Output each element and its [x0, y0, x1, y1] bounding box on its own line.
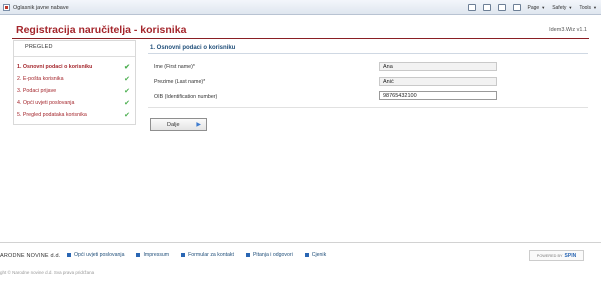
sidebar-divider — [14, 56, 135, 57]
safety-menu-label: Safety — [552, 4, 567, 11]
safety-menu[interactable]: Safety ▼ — [552, 5, 572, 11]
step-item-review[interactable]: 5. Pregled podataka korisnika ✔ — [17, 109, 134, 121]
footer-link-label: Impressum — [143, 252, 170, 258]
bullet-icon — [136, 253, 141, 257]
page-title: Registracija naručitelja - korisnika — [16, 24, 187, 36]
mail-icon[interactable] — [497, 4, 506, 11]
step-item-login-data[interactable]: 3. Podaci prijave ✔ — [17, 85, 134, 97]
command-bar: Page ▼ Safety ▼ Tools ▼ — [467, 2, 597, 13]
home-icon[interactable] — [467, 4, 476, 11]
tools-menu[interactable]: Tools ▼ — [579, 5, 597, 11]
sidebar-heading: PREGLED — [25, 44, 53, 50]
powered-by-prefix: POWERED BY — [536, 253, 563, 258]
page-menu-label: Page — [527, 4, 540, 11]
section-title: 1. Osnovni podaci o korisniku — [150, 45, 236, 51]
browser-tab-title: Oglasnik javne nabave — [13, 4, 69, 11]
chevron-down-icon: ▼ — [541, 5, 546, 10]
next-button-label: Dalje — [167, 121, 180, 128]
step-label: 1. Osnovni podaci o korisniku — [17, 64, 93, 70]
step-label: 2. E-pošta korisnika — [17, 76, 64, 82]
footer-link-label: Formular za kontakt — [188, 252, 234, 258]
step-label: 3. Podaci prijave — [17, 88, 57, 94]
footer-link-label: Pitanja i odgovori — [252, 252, 293, 258]
step-label: 5. Pregled podataka korisnika — [17, 112, 87, 118]
version-label: Idem3.Wiz v1.1 — [549, 27, 587, 33]
footer-link-label: Cjenik — [311, 252, 327, 258]
bullet-icon — [304, 253, 309, 257]
tools-menu-label: Tools — [579, 4, 592, 11]
form-divider — [148, 107, 588, 108]
first-name-label: Ime (First name)* — [154, 64, 195, 70]
step-list: 1. Osnovni podaci o korisniku ✔ 2. E-poš… — [17, 61, 134, 121]
step-item-basic-data[interactable]: 1. Osnovni podaci o korisniku ✔ — [17, 61, 134, 73]
checkmark-icon: ✔ — [124, 99, 130, 107]
footer-link-terms[interactable]: Opći uvjeti poslovanja — [67, 252, 124, 258]
step-label: 4. Opći uvjeti poslovanja — [17, 100, 75, 106]
print-icon[interactable] — [512, 4, 521, 11]
footer-divider — [0, 242, 601, 243]
copyright-text: ght © Narodne novine d.d. Sva prava prid… — [0, 270, 95, 275]
first-name-input[interactable] — [379, 62, 497, 71]
footer-link-impressum[interactable]: Impressum — [136, 252, 169, 258]
footer-link-pricing[interactable]: Cjenik — [304, 252, 327, 258]
browser-tab[interactable]: Oglasnik javne nabave — [3, 2, 69, 13]
bullet-icon — [67, 253, 71, 257]
checkmark-icon: ✔ — [124, 111, 130, 119]
checkmark-icon: ✔ — [124, 63, 130, 71]
feeds-icon[interactable] — [482, 4, 491, 11]
page-menu[interactable]: Page ▼ — [528, 5, 546, 11]
title-divider — [12, 38, 589, 39]
chevron-down-icon: ▼ — [593, 5, 597, 10]
last-name-label: Prezime (Last name)* — [154, 79, 206, 85]
powered-by-brand: SPIN — [564, 252, 577, 259]
footer-brand: ARODNE NOVINE d.d. — [0, 253, 61, 259]
chevron-down-icon: ▼ — [568, 5, 573, 10]
last-name-input[interactable] — [379, 77, 497, 86]
footer-links: Opći uvjeti poslovanja Impressum Formula… — [67, 252, 326, 258]
arrow-right-icon: ▶ — [196, 122, 201, 128]
oib-label: OIB (Identification number) — [154, 94, 218, 100]
favicon-icon — [3, 4, 10, 11]
step-item-terms[interactable]: 4. Opći uvjeti poslovanja ✔ — [17, 97, 134, 109]
step-item-email[interactable]: 2. E-pošta korisnika ✔ — [17, 73, 134, 85]
powered-by-badge[interactable]: POWERED BY SPIN — [529, 250, 584, 261]
footer-link-contact[interactable]: Formular za kontakt — [181, 252, 234, 258]
browser-toolbar: Oglasnik javne nabave Page ▼ Safety ▼ Tool… — [0, 0, 601, 15]
next-button[interactable]: Dalje ▶ — [150, 118, 207, 131]
section-divider — [148, 53, 588, 54]
oib-input[interactable] — [379, 91, 497, 100]
bullet-icon — [181, 253, 186, 257]
overview-sidebar: PREGLED 1. Osnovni podaci o korisniku ✔ … — [13, 40, 136, 125]
checkmark-icon: ✔ — [124, 87, 130, 95]
footer-link-label: Opći uvjeti poslovanja — [74, 252, 125, 258]
checkmark-icon: ✔ — [124, 75, 130, 83]
footer-link-faq[interactable]: Pitanja i odgovori — [245, 252, 293, 258]
bullet-icon — [245, 253, 250, 257]
